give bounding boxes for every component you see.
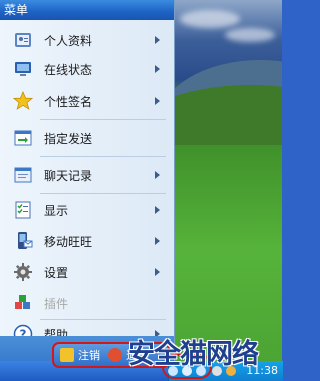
- plugin-cubes-icon: [12, 292, 34, 314]
- logout-icon: [60, 348, 74, 362]
- chevron-right-icon: [155, 171, 160, 179]
- chevron-right-icon: [155, 36, 160, 44]
- logout-exit-group: 注销 退出: [52, 342, 170, 368]
- menu-item-label: 设置: [44, 265, 69, 280]
- menu-item-label: 个性签名: [44, 94, 93, 109]
- menu-item-plugins[interactable]: 插件: [0, 286, 174, 320]
- gear-icon: [12, 261, 34, 283]
- menu-item-mobile-wangwang[interactable]: 移动旺旺: [0, 224, 174, 258]
- checklist-icon: [12, 199, 34, 221]
- exit-icon: [108, 348, 122, 362]
- exit-button[interactable]: 退出: [126, 347, 148, 363]
- star-icon: [12, 90, 34, 112]
- chevron-right-icon: [155, 268, 160, 276]
- menu-item-signature[interactable]: 个性签名: [0, 84, 174, 118]
- menu-item-label: 插件: [44, 296, 69, 311]
- menu-item-label: 指定发送: [44, 131, 93, 146]
- profile-card-icon: [12, 29, 34, 51]
- menu-item-label: 个人资料: [44, 33, 93, 48]
- logout-button[interactable]: 注销: [78, 347, 100, 363]
- chevron-right-icon: [155, 237, 160, 245]
- menu-item-label: 聊天记录: [44, 168, 93, 183]
- menu-body: 个人资料 在线状态 个性签名 指定发送 聊天记录 显示 移动旺旺 设置 插件 ?…: [0, 20, 174, 344]
- mobile-phone-icon: [12, 230, 34, 252]
- chevron-right-icon: [155, 97, 160, 105]
- menu-item-display[interactable]: 显示: [0, 193, 174, 227]
- menu-item-chat-history[interactable]: 聊天记录: [0, 158, 174, 192]
- cloud: [225, 28, 275, 42]
- chat-history-icon: [12, 164, 34, 186]
- tray-icon[interactable]: [212, 366, 222, 376]
- clock: 11:38: [246, 364, 278, 377]
- separator: [40, 119, 166, 120]
- chevron-right-icon: [155, 65, 160, 73]
- main-menu: 菜单 个人资料 在线状态 个性签名 指定发送 聊天记录 显示 移动旺旺 设置 插…: [0, 0, 175, 381]
- cloud: [180, 10, 240, 28]
- menu-item-settings[interactable]: 设置: [0, 255, 174, 289]
- menu-item-label: 显示: [44, 203, 69, 218]
- menu-title: 菜单: [0, 0, 174, 20]
- menu-item-online-status[interactable]: 在线状态: [0, 52, 174, 86]
- separator: [40, 156, 166, 157]
- menu-item-send-to[interactable]: 指定发送: [0, 121, 174, 155]
- monitor-icon: [12, 58, 34, 80]
- menu-item-label: 在线状态: [44, 62, 93, 77]
- chevron-right-icon: [155, 206, 160, 214]
- menu-item-label: 移动旺旺: [44, 234, 93, 249]
- tray-icon[interactable]: [226, 366, 236, 376]
- send-window-icon: [12, 127, 34, 149]
